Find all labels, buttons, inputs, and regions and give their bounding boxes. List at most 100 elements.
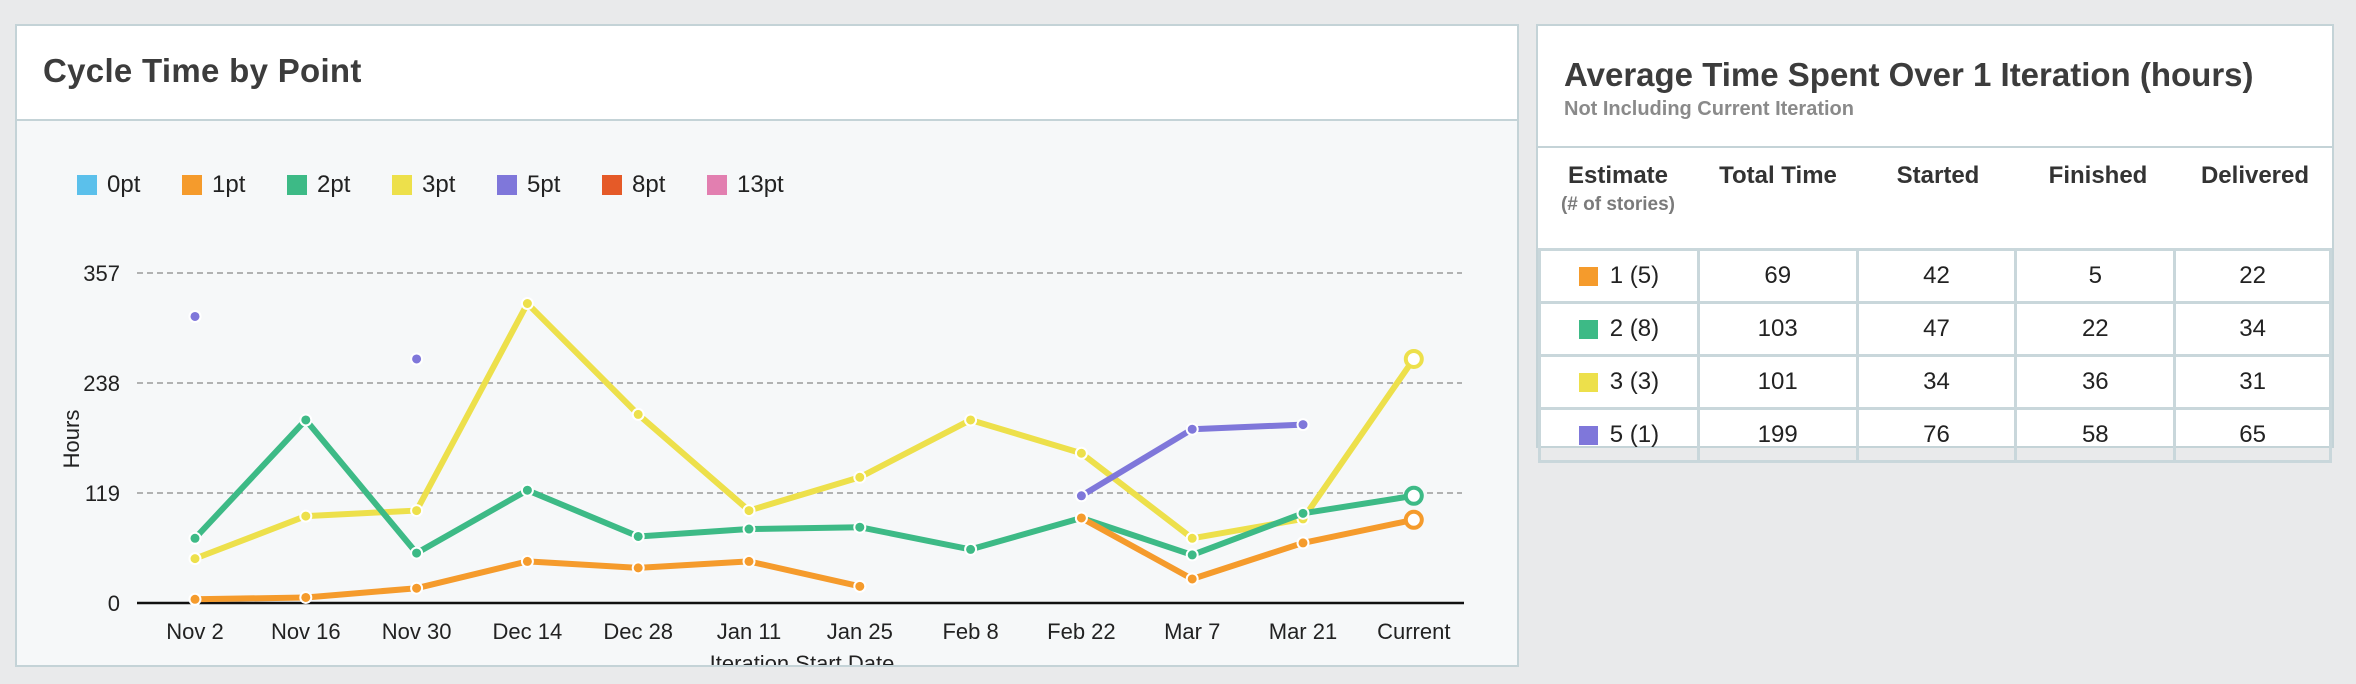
data-point-current	[1403, 509, 1424, 530]
estimate-label: 3 (3)	[1609, 368, 1660, 395]
x-tick-label: Jan 25	[827, 619, 893, 644]
legend-item-13pt: 13pt	[707, 171, 784, 198]
x-tick-label: Mar 21	[1269, 619, 1337, 644]
cell-started: 42	[1859, 251, 2018, 301]
average-time-panel: Average Time Spent Over 1 Iteration (hou…	[1536, 24, 2334, 463]
data-point	[1074, 511, 1088, 525]
x-tick-label: Nov 16	[271, 619, 341, 644]
estimate-label: 2 (8)	[1609, 315, 1660, 342]
data-point	[1296, 418, 1310, 432]
cell-estimate: 1 (5)	[1541, 251, 1700, 301]
x-tick-label: Nov 2	[166, 619, 223, 644]
legend-label: 0pt	[107, 171, 141, 198]
legend-swatch	[182, 175, 202, 195]
data-point	[188, 592, 202, 606]
table-row: 5 (1) 199 76 58 65	[1538, 407, 2332, 463]
data-point	[1296, 506, 1310, 520]
data-point	[299, 413, 313, 427]
estimate-label: 5 (1)	[1609, 421, 1660, 448]
data-point	[742, 504, 756, 518]
legend-swatch	[77, 175, 97, 195]
x-tick-label: Nov 30	[382, 619, 452, 644]
data-point	[964, 542, 978, 556]
data-point	[410, 546, 424, 560]
chart-panel-title: Cycle Time by Point	[43, 52, 362, 89]
table-title: Average Time Spent Over 1 Iteration (hou…	[1564, 56, 2254, 93]
data-point	[964, 413, 978, 427]
table-subtitle: Not Including Current Iteration	[1564, 98, 1854, 120]
table-row: 2 (8) 103 47 22 34	[1538, 301, 2332, 354]
y-tick-label: 238	[83, 371, 120, 396]
cell-started: 34	[1859, 357, 2018, 407]
estimate-swatch	[1578, 319, 1598, 339]
data-point	[853, 470, 867, 484]
y-tick-label: 119	[85, 481, 120, 506]
legend-label: 1pt	[212, 171, 246, 198]
cell-total-time: 69	[1700, 251, 1859, 301]
x-axis-label: Iteration Start Date	[710, 651, 895, 665]
cycle-time-panel: Cycle Time by Point 0pt 1pt 2pt 3pt 5pt 8pt 13…	[15, 24, 1519, 667]
data-point	[188, 531, 202, 545]
data-point	[631, 561, 645, 575]
cell-total-time: 101	[1700, 357, 1859, 407]
x-tick-label: Dec 14	[493, 619, 563, 644]
data-point	[299, 590, 313, 604]
header-total-time: Total Time	[1719, 162, 1837, 189]
legend-item-3pt: 3pt	[392, 171, 456, 198]
x-tick-label: Feb 22	[1047, 619, 1116, 644]
cell-finished: 36	[2017, 357, 2177, 407]
series-line	[192, 416, 1417, 558]
data-point	[631, 407, 645, 421]
legend-swatch	[392, 175, 412, 195]
estimate-swatch	[1578, 425, 1598, 445]
data-point	[299, 509, 313, 523]
x-tick-label: Dec 28	[603, 619, 673, 644]
series-line	[192, 300, 1417, 562]
legend-item-5pt: 5pt	[497, 171, 561, 198]
cell-delivered: 34	[2239, 315, 2266, 342]
header-estimate-label: Estimate	[1567, 162, 1669, 189]
cell-finished: 58	[2017, 410, 2177, 460]
data-point	[188, 552, 202, 566]
y-tick-label: 357	[83, 261, 120, 286]
data-point	[1074, 446, 1088, 460]
legend-label: 13pt	[737, 171, 784, 198]
data-point	[410, 352, 424, 366]
series-3pt	[188, 297, 1424, 566]
legend-item-8pt: 8pt	[602, 171, 666, 198]
data-point	[742, 522, 756, 536]
data-point	[520, 297, 534, 311]
estimate-swatch	[1578, 372, 1598, 392]
legend-swatch	[497, 175, 517, 195]
data-point	[520, 554, 534, 568]
series-5pt	[188, 309, 1310, 503]
data-point	[520, 483, 534, 497]
data-point	[631, 529, 645, 543]
y-axis-label: Hours	[59, 410, 84, 469]
legend-item-0pt: 0pt	[77, 171, 141, 198]
cell-finished: 5	[2017, 251, 2177, 301]
data-point-current	[1403, 348, 1424, 369]
table-row: 1 (5) 69 42 5 22	[1538, 248, 2332, 301]
header-started: Started	[1896, 162, 1980, 189]
x-tick-label: Current	[1377, 619, 1450, 644]
x-tick-label: Feb 8	[942, 619, 998, 644]
cell-estimate: 5 (1)	[1541, 410, 1700, 460]
data-point	[1185, 548, 1199, 562]
legend-item-2pt: 2pt	[287, 171, 351, 198]
cell-started: 76	[1859, 410, 2018, 460]
estimate-label: 1 (5)	[1609, 262, 1660, 289]
cell-delivered: 31	[2239, 368, 2266, 395]
data-point	[188, 309, 202, 323]
data-point	[1185, 531, 1199, 545]
cell-estimate: 2 (8)	[1541, 304, 1700, 354]
cell-total-time: 103	[1700, 304, 1859, 354]
data-point	[742, 554, 756, 568]
table-header: Estimate (# of stories) Total Time Start…	[1538, 146, 2332, 248]
table-body: 1 (5) 69 42 5 22 2 (8) 103 47 22 34 3 (3) 101 34 36 31…	[1538, 248, 2332, 463]
header-estimate-sublabel: (# of stories)	[1560, 194, 1676, 215]
data-point	[853, 579, 867, 593]
x-tick-label: Mar 7	[1164, 619, 1220, 644]
cell-started: 47	[1859, 304, 2018, 354]
legend-swatch	[602, 175, 622, 195]
